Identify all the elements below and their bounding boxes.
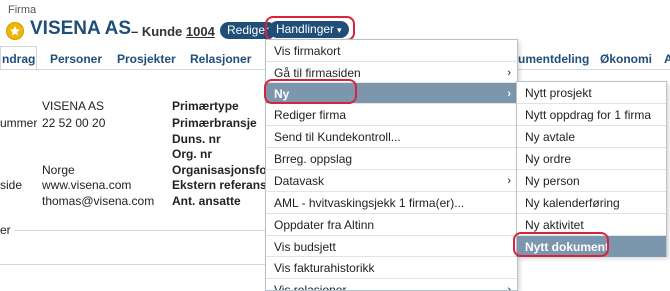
menu-item-brreg-oppslag[interactable]: Brreg. oppslag xyxy=(266,147,517,169)
info-label-ant-ansatte: Ant. ansatte xyxy=(172,194,241,208)
menu-item-vis-firmakort[interactable]: Vis firmakort xyxy=(266,40,517,62)
section-header-partial: er xyxy=(0,223,11,237)
tab-dokumentdeling[interactable]: umentdeling xyxy=(518,52,589,66)
menu-item-rediger-firma[interactable]: Rediger firma xyxy=(266,103,517,125)
favorite-star-icon[interactable] xyxy=(6,22,24,40)
info-label-telefonnummer: ummer xyxy=(0,116,38,130)
info-label-primaerbransje: Primærbransje xyxy=(172,116,257,130)
menu-item-label: Vis budsjett xyxy=(274,240,336,254)
section-label: Firma xyxy=(8,4,37,16)
chevron-right-icon: › xyxy=(507,67,511,79)
menu-item-ga-til-firmasiden[interactable]: Gå til firmasiden › xyxy=(266,61,517,83)
handlinger-menu: Vis firmakort Gå til firmasiden › Ny › Red… xyxy=(265,39,518,291)
kunde-label: – Kunde 1004 xyxy=(131,24,215,39)
chevron-down-icon: ▾ xyxy=(337,25,342,35)
submenu-item-nytt-dokument[interactable]: Nytt dokument xyxy=(517,235,666,257)
tab-sammendrag[interactable]: ndrag xyxy=(2,52,35,66)
info-label-duns: Duns. nr xyxy=(172,132,221,146)
submenu-item-ny-ordre[interactable]: Ny ordre xyxy=(517,147,666,169)
section-divider xyxy=(14,230,266,231)
menu-item-label: AML - hvitvaskingsjekk 1 firma(er)... xyxy=(274,196,465,210)
tab-prosjekter[interactable]: Prosjekter xyxy=(117,52,176,66)
menu-item-ny[interactable]: Ny › xyxy=(266,82,517,104)
menu-item-vis-fakturahistorikk[interactable]: Vis fakturahistorikk xyxy=(266,256,517,278)
handlinger-label: Handlinger xyxy=(276,22,335,36)
menu-item-vis-budsjett[interactable]: Vis budsjett xyxy=(266,235,517,257)
chevron-right-icon: › xyxy=(507,175,511,187)
menu-item-label: Vis relasjoner xyxy=(274,283,347,291)
handlinger-button[interactable]: Handlinger ▾ xyxy=(269,21,349,38)
submenu-item-ny-avtale[interactable]: Ny avtale xyxy=(517,125,666,147)
tab-more[interactable]: A xyxy=(664,52,670,66)
menu-item-oppdater-altinn[interactable]: Oppdater fra Altinn xyxy=(266,213,517,235)
info-value-email[interactable]: thomas@visena.com xyxy=(42,194,154,208)
rediger-button[interactable]: Rediger xyxy=(220,22,277,39)
menu-item-label: Ny xyxy=(274,87,290,101)
submenu-item-ny-kalenderforing[interactable]: Ny kalenderføring xyxy=(517,191,666,213)
ny-submenu: Nytt prosjekt Nytt oppdrag for 1 firma N… xyxy=(516,81,667,257)
chevron-right-icon: › xyxy=(507,284,511,291)
tab-relasjoner[interactable]: Relasjoner xyxy=(190,52,251,66)
menu-item-send-kundekontroll[interactable]: Send til Kundekontroll... xyxy=(266,125,517,147)
company-name: VISENA AS xyxy=(30,18,132,39)
menu-item-label: Datavask xyxy=(274,174,325,188)
info-value-website[interactable]: www.visena.com xyxy=(42,178,131,192)
section-divider-bottom xyxy=(0,264,266,265)
info-label-primaertype: Primærtype xyxy=(172,99,239,113)
menu-item-label: Vis fakturahistorikk xyxy=(274,261,375,275)
tab-okonomi[interactable]: Økonomi xyxy=(600,52,652,66)
submenu-item-nytt-oppdrag[interactable]: Nytt oppdrag for 1 firma xyxy=(517,103,666,125)
submenu-item-nytt-prosjekt[interactable]: Nytt prosjekt xyxy=(517,82,666,104)
info-value-phone: 22 52 00 20 xyxy=(42,116,106,130)
info-label-ekstern-referanse: Ekstern referanse xyxy=(172,178,274,192)
kunde-number[interactable]: 1004 xyxy=(186,24,215,39)
kunde-prefix: – Kunde xyxy=(131,24,183,39)
menu-item-aml-sjekk[interactable]: AML - hvitvaskingsjekk 1 firma(er)... xyxy=(266,191,517,213)
menu-item-label: Brreg. oppslag xyxy=(274,152,353,166)
menu-item-label: Rediger firma xyxy=(274,108,347,122)
submenu-item-ny-person[interactable]: Ny person xyxy=(517,169,666,191)
menu-item-label: Send til Kundekontroll... xyxy=(274,130,401,144)
info-value-country: Norge xyxy=(42,163,75,177)
menu-item-vis-relasjoner[interactable]: Vis relasjoner › xyxy=(266,278,517,291)
menu-item-label: Vis firmakort xyxy=(274,44,341,58)
info-value-name: VISENA AS xyxy=(42,99,105,113)
menu-item-label: Oppdater fra Altinn xyxy=(274,218,375,232)
info-label-nettside: side xyxy=(0,178,23,192)
info-label-orgnr: Org. nr xyxy=(172,147,213,161)
tab-personer[interactable]: Personer xyxy=(50,52,102,66)
menu-item-datavask[interactable]: Datavask › xyxy=(266,169,517,191)
menu-item-label: Gå til firmasiden xyxy=(274,66,361,80)
submenu-item-ny-aktivitet[interactable]: Ny aktivitet xyxy=(517,213,666,235)
chevron-right-icon: › xyxy=(507,88,511,100)
